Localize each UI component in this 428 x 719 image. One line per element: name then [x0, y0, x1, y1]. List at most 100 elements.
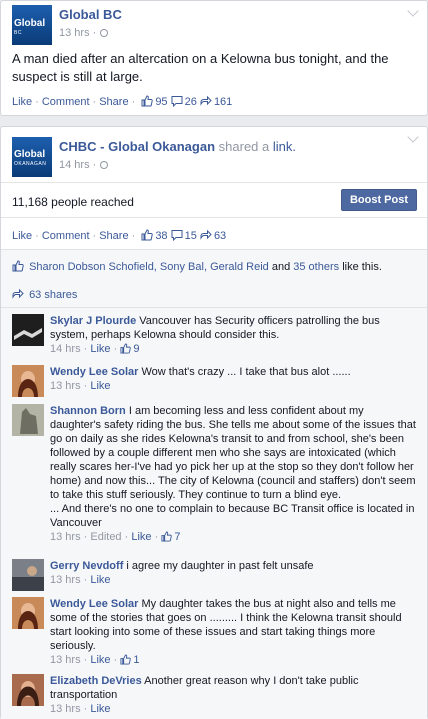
avatar-image-icon: [12, 404, 44, 436]
comment-likes-count[interactable]: 7: [161, 531, 180, 543]
comment-meta: 13 hrs · Like: [50, 380, 111, 392]
liker-names[interactable]: Sharon Dobson Schofield, Sony Bal, Geral…: [29, 261, 269, 273]
page-name-link[interactable]: Global BC: [59, 7, 122, 22]
comments-count[interactable]: 15: [171, 230, 200, 242]
divider: [1, 307, 427, 308]
comment-link[interactable]: Comment: [42, 230, 90, 242]
comment-like-link[interactable]: Like: [90, 703, 110, 715]
globe-icon: [100, 29, 109, 37]
shared-text: shared a: [218, 139, 270, 154]
comment-time[interactable]: 13 hrs: [50, 574, 81, 586]
boost-post-button[interactable]: Boost Post: [340, 189, 417, 211]
thumbs-up-icon: [161, 531, 173, 542]
comment-meta: 13 hrs · Like · 1: [50, 654, 140, 666]
comment-likes-count[interactable]: 9: [120, 343, 139, 355]
comment-text: I am becoming less and less confident ab…: [50, 405, 416, 501]
avatar[interactable]: [12, 674, 44, 706]
comment-text: i agree my daughter in past felt unsafe: [126, 560, 314, 572]
page-avatar-global-bc[interactable]: Global BC: [12, 5, 52, 45]
comment-like-link[interactable]: Like: [90, 574, 110, 586]
page-avatar-chbc[interactable]: Global OKANAGAN: [12, 137, 52, 177]
likers-suffix: like this.: [342, 261, 382, 273]
avatar[interactable]: [12, 559, 44, 591]
comment-time[interactable]: 13 hrs: [50, 654, 81, 666]
comment-body: Elizabeth DeVries Another great reason w…: [50, 674, 416, 716]
comment-author-link[interactable]: Wendy Lee Solar: [50, 366, 138, 378]
like-link[interactable]: Like: [12, 96, 32, 108]
avatar[interactable]: [12, 597, 44, 629]
comment-body: Skylar J Plourde Vancouver has Security …: [50, 314, 416, 356]
comment-author-link[interactable]: Wendy Lee Solar: [50, 598, 138, 610]
speech-bubble-icon: [171, 96, 183, 107]
comment-body: Shannon Born I am becoming less and less…: [50, 404, 416, 544]
post-timestamp: 14 hrs ·: [59, 159, 109, 171]
avatar-image-icon: [12, 559, 44, 591]
post-time-link[interactable]: 14 hrs: [59, 159, 90, 171]
post-time-link[interactable]: 13 hrs: [59, 27, 90, 39]
shared-link[interactable]: link.: [273, 139, 296, 154]
shares-summary[interactable]: 63 shares: [12, 288, 77, 301]
comment-like-link[interactable]: Like: [90, 380, 110, 392]
share-arrow-icon: [200, 95, 212, 106]
thumbs-up-icon: [120, 654, 132, 665]
chevron-down-icon[interactable]: [407, 131, 419, 143]
thumbs-up-icon: [12, 260, 24, 272]
comment-edited-link[interactable]: Edited: [90, 531, 121, 543]
share-link[interactable]: Share: [99, 230, 128, 242]
comment-like-link[interactable]: Like: [90, 343, 110, 355]
comment-like-link[interactable]: Like: [131, 531, 151, 543]
comment-author-link[interactable]: Shannon Born: [50, 405, 126, 417]
comment-text-continued: ... And there's no one to complain to be…: [50, 503, 415, 529]
post-card-chbc: Global OKANAGAN CHBC - Global Okanagan s…: [0, 126, 428, 719]
comments-number: 26: [184, 96, 197, 108]
comment-meta: 13 hrs · Like: [50, 574, 111, 586]
share-link[interactable]: Share: [99, 96, 128, 108]
likers-summary: Sharon Dobson Schofield, Sony Bal, Geral…: [12, 260, 382, 273]
comment-likes-number: 9: [133, 343, 140, 355]
comment-author-link[interactable]: Elizabeth DeVries: [50, 675, 142, 687]
shares-count[interactable]: 63: [200, 229, 226, 242]
logo-subtext: OKANAGAN: [14, 161, 47, 167]
comment-author-link[interactable]: Skylar J Plourde: [50, 315, 136, 327]
comment-text: Wow that's crazy ... I take that bus alo…: [141, 366, 351, 378]
people-reached[interactable]: 11,168 people reached: [12, 195, 134, 209]
logo-subtext: BC: [14, 30, 22, 36]
comments-count[interactable]: 26: [171, 96, 200, 108]
likers-and: and: [271, 261, 291, 273]
thumbs-up-icon: [141, 229, 154, 241]
post-actions-bar: Like · Comment · Share · 95 26 161: [12, 95, 233, 108]
avatar-image-icon: [12, 674, 44, 706]
comment-time[interactable]: 13 hrs: [50, 531, 81, 543]
likes-number: 95: [155, 96, 168, 108]
avatar[interactable]: [12, 404, 44, 436]
comment-meta: 13 hrs · Like: [50, 703, 111, 715]
comment-time[interactable]: 13 hrs: [50, 703, 81, 715]
avatar-image-icon: [12, 597, 44, 629]
chevron-down-icon[interactable]: [407, 5, 419, 17]
like-link[interactable]: Like: [12, 230, 32, 242]
likes-count[interactable]: 95: [141, 95, 170, 108]
share-arrow-icon: [200, 229, 212, 240]
comment-author-link[interactable]: Gerry Nevdoff: [50, 560, 123, 572]
avatar[interactable]: [12, 365, 44, 397]
likers-others-link[interactable]: 35 others: [293, 261, 339, 273]
avatar-image-icon: [12, 314, 44, 346]
speech-bubble-icon: [171, 230, 183, 241]
comment-likes-number: 1: [133, 654, 140, 666]
globe-icon: [100, 161, 109, 169]
page-name-link[interactable]: CHBC - Global Okanagan: [59, 139, 215, 154]
likes-count[interactable]: 38: [141, 229, 170, 242]
comment-time[interactable]: 14 hrs: [50, 343, 81, 355]
comment-likes-count[interactable]: 1: [120, 654, 139, 666]
avatar[interactable]: [12, 314, 44, 346]
comment-link[interactable]: Comment: [42, 96, 90, 108]
thumbs-up-icon: [120, 343, 132, 354]
comment-body: Wendy Lee Solar My daughter takes the bu…: [50, 597, 416, 667]
reach-row: 11,168 people reached Boost Post: [1, 182, 427, 218]
shares-count[interactable]: 161: [200, 95, 232, 108]
comment-like-link[interactable]: Like: [90, 654, 110, 666]
logo-text: Global: [14, 18, 46, 29]
comment-likes-number: 7: [174, 531, 181, 543]
likes-number: 38: [155, 230, 168, 242]
comment-time[interactable]: 13 hrs: [50, 380, 81, 392]
